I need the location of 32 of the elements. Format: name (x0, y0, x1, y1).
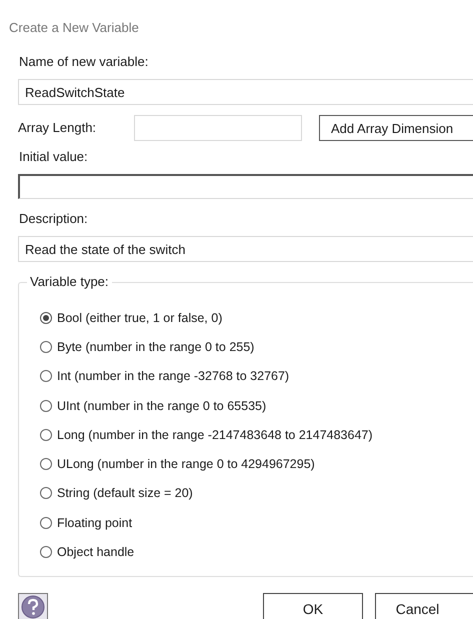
radio-button[interactable] (40, 546, 52, 558)
radio-label[interactable]: String (default size = 20) (57, 486, 193, 500)
cancel-button[interactable]: Cancel (375, 593, 473, 619)
variable-name-field[interactable]: ReadSwitchState (18, 79, 473, 105)
radio-button[interactable] (40, 400, 52, 412)
add-array-dimension-button[interactable]: Add Array Dimension (319, 115, 473, 141)
radio-button[interactable] (40, 487, 52, 500)
group-legend: Variable type: (27, 274, 112, 289)
field-label: Name of new variable: (19, 54, 150, 70)
radio-label[interactable]: Object handle (57, 545, 134, 560)
radio-label[interactable]: Int (number in the range -32768 to 32767) (57, 369, 290, 384)
radio-label[interactable]: ULong (number in the range 0 to 4294967295) (57, 457, 315, 472)
help-icon[interactable] (18, 593, 48, 619)
radio-button[interactable] (40, 340, 52, 353)
radio-label[interactable]: UInt (number in the range 0 to 65535) (57, 398, 266, 413)
radio-label[interactable]: Floating point (57, 516, 132, 530)
description-field[interactable]: Read the state of the switch (18, 236, 473, 262)
array-length-field[interactable] (134, 115, 302, 141)
radio-label[interactable]: Byte (number in the range 0 to 255) (57, 340, 254, 354)
radio-button[interactable] (40, 428, 52, 441)
field-label: Initial value: (19, 149, 89, 165)
radio-label[interactable]: Long (number in the range -2147483648 to 2147483647) (57, 428, 373, 442)
field-label: Description: (19, 211, 89, 227)
radio-label[interactable]: Bool (either true, 1 or false, 0) (57, 310, 222, 325)
field-label: Array Length: (18, 120, 98, 136)
radio-button[interactable] (40, 458, 52, 470)
radio-button[interactable] (40, 370, 52, 382)
ok-button[interactable]: OK (263, 593, 363, 619)
initial-value-field[interactable] (18, 174, 473, 199)
radio-button[interactable] (40, 312, 52, 324)
window-title: Create a New Variable (9, 20, 139, 34)
radio-button[interactable] (40, 516, 52, 529)
